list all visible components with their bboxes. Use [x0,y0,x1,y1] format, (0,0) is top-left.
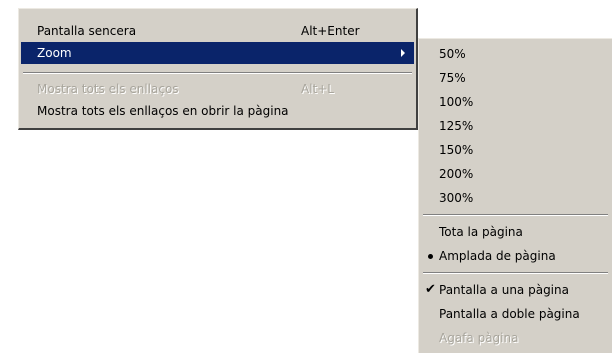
show-links-on-open-menu-item[interactable]: Mostra tots els enllaços en obrir la pàg… [21,100,414,122]
show-all-links-label: Mostra tots els enllaços [37,82,179,96]
single-page-view-item[interactable]: ✔ Pantalla a una pàgina [421,278,610,302]
show-all-links-menu-item[interactable]: Mostra tots els enllaços Alt+L [21,78,414,100]
zoom-level-label: 100% [439,95,474,109]
fullscreen-menu-item[interactable]: Pantalla sencera Alt+Enter [21,20,414,42]
zoom-level-item[interactable]: 125% [421,114,610,138]
menu-separator [423,214,608,216]
single-page-view-label: Pantalla a una pàgina [439,283,569,297]
show-links-on-open-label: Mostra tots els enllaços en obrir la pàg… [37,104,289,118]
zoom-level-item[interactable]: 50% [421,42,610,66]
fullscreen-label: Pantalla sencera [37,24,137,38]
zoom-level-label: 50% [439,47,466,61]
zoom-menu-item[interactable]: Zoom [21,42,414,64]
zoom-level-item[interactable]: 200% [421,162,610,186]
fit-whole-page-label: Tota la pàgina [439,225,523,239]
zoom-level-label: 150% [439,143,474,157]
zoom-level-label: 300% [439,191,474,205]
zoom-level-item[interactable]: 150% [421,138,610,162]
double-page-view-label: Pantalla a doble pàgina [439,307,580,321]
zoom-label: Zoom [37,46,72,60]
menu-separator [423,272,608,274]
zoom-level-label: 200% [439,167,474,181]
fit-page-width-item[interactable]: Amplada de pàgina [421,244,610,268]
show-all-links-shortcut: Alt+L [301,82,334,96]
grab-page-item[interactable]: Agafa pàgina [421,326,610,350]
double-page-view-item[interactable]: Pantalla a doble pàgina [421,302,610,326]
zoom-level-label: 125% [439,119,474,133]
zoom-submenu: 50% 75% 100% 125% 150% 200% 300% Tota la… [418,38,612,353]
grab-page-label: Agafa pàgina [439,331,519,345]
zoom-level-item[interactable]: 100% [421,90,610,114]
checkmark-icon: ✔ [425,282,436,297]
fit-whole-page-item[interactable]: Tota la pàgina [421,220,610,244]
radio-bullet-icon [428,254,433,259]
zoom-level-label: 75% [439,71,466,85]
zoom-level-item[interactable]: 300% [421,186,610,210]
menu-separator [23,72,412,74]
view-context-menu: Pantalla sencera Alt+Enter Zoom Mostra t… [18,8,418,130]
zoom-level-item[interactable]: 75% [421,66,610,90]
fit-page-width-label: Amplada de pàgina [439,249,556,263]
submenu-arrow-icon [401,49,405,57]
fullscreen-shortcut: Alt+Enter [301,24,360,38]
